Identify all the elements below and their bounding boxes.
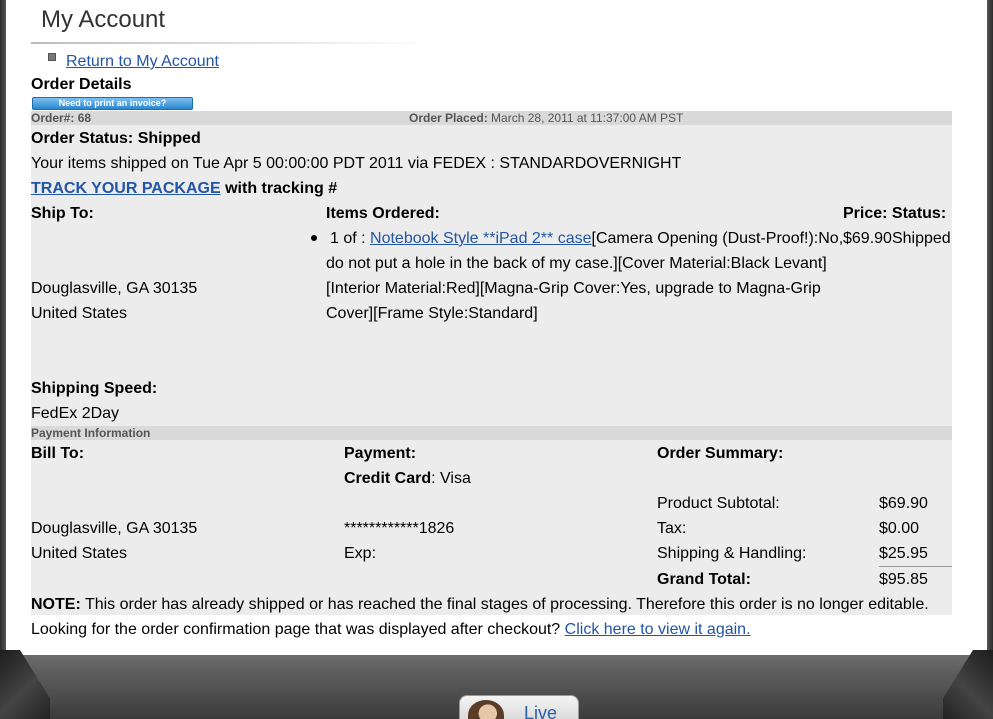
- card-exp-label: Exp:: [344, 545, 377, 562]
- bill-to-label: Bill To:: [31, 445, 85, 462]
- item-line-1: 1 of : Notebook Style **iPad 2** case[Ca…: [330, 230, 844, 247]
- order-status: Order Status: Shipped: [31, 130, 201, 147]
- shipping-speed-label: Shipping Speed:: [31, 380, 158, 397]
- order-details-heading: Order Details: [31, 76, 132, 93]
- credit-card-line: Credit Card: Visa: [344, 470, 471, 487]
- item-options-line-3: [Interior Material:Red][Magna-Grip Cover…: [326, 280, 821, 297]
- bill-city-line: Douglasville, GA 30135: [31, 520, 198, 537]
- confirmation-line: Looking for the order confirmation page …: [31, 621, 751, 638]
- item-price-status: $69.90Shipped: [843, 230, 951, 247]
- tracking-label: with tracking #: [225, 180, 338, 197]
- tax-label: Tax:: [657, 520, 687, 537]
- grand-total-value: $95.85: [879, 571, 928, 588]
- editable-note: NOTE: This order has already shipped or …: [31, 596, 929, 613]
- live-chat-tab[interactable]: Live: [459, 695, 579, 719]
- shipping-speed-value: FedEx 2Day: [31, 405, 120, 422]
- view-confirmation-link[interactable]: Click here to view it again.: [565, 621, 751, 638]
- return-to-account-link[interactable]: Return to My Account: [66, 53, 219, 71]
- live-chat-label: Live: [524, 703, 558, 719]
- window-frame-right: [987, 0, 993, 719]
- card-number: ************1826: [344, 520, 455, 537]
- list-bullet-icon: [311, 235, 317, 241]
- page-title: My Account: [41, 6, 166, 33]
- bill-country: United States: [31, 545, 128, 562]
- agent-avatar: [468, 700, 504, 719]
- total-divider: [879, 566, 952, 567]
- payment-label: Payment:: [344, 445, 417, 462]
- item-options-line-4: Cover][Frame Style:Standard]: [326, 305, 538, 322]
- order-number: Order#: 68: [31, 111, 92, 125]
- grand-total-label: Grand Total:: [657, 571, 751, 588]
- price-status-header: Price: Status:: [843, 205, 947, 222]
- item-options-line-2: do not put a hole in the back of my case…: [326, 255, 827, 272]
- title-divider: [31, 42, 431, 44]
- track-package-link[interactable]: TRACK YOUR PACKAGE: [31, 180, 221, 197]
- ship-to-label: Ship To:: [31, 205, 94, 222]
- payment-info-strip: Payment Information: [31, 426, 952, 440]
- subtotal-value: $69.90: [879, 495, 928, 512]
- print-invoice-button[interactable]: Need to print an invoice?: [32, 97, 193, 110]
- subtotal-label: Product Subtotal:: [657, 495, 780, 512]
- ship-country: United States: [31, 305, 128, 322]
- tracking-line: TRACK YOUR PACKAGE with tracking #: [31, 180, 337, 198]
- ship-city-line: Douglasville, GA 30135: [31, 280, 198, 297]
- order-header-strip: Order#: 68 Order Placed: March 28, 2011 …: [31, 111, 952, 125]
- payment-info-label: Payment Information: [31, 426, 151, 440]
- shipped-info: Your items shipped on Tue Apr 5 00:00:00…: [31, 155, 682, 172]
- items-ordered-header: Items Ordered:: [326, 205, 440, 222]
- order-placed: Order Placed: March 28, 2011 at 11:37:00…: [409, 111, 684, 125]
- order-summary-header: Order Summary:: [657, 445, 784, 462]
- tax-value: $0.00: [879, 520, 920, 537]
- item-product-link[interactable]: Notebook Style **iPad 2** case: [370, 230, 591, 247]
- bullet-icon: [48, 53, 56, 61]
- shipping-handling-label: Shipping & Handling:: [657, 545, 807, 562]
- shipping-handling-value: $25.95: [879, 545, 928, 562]
